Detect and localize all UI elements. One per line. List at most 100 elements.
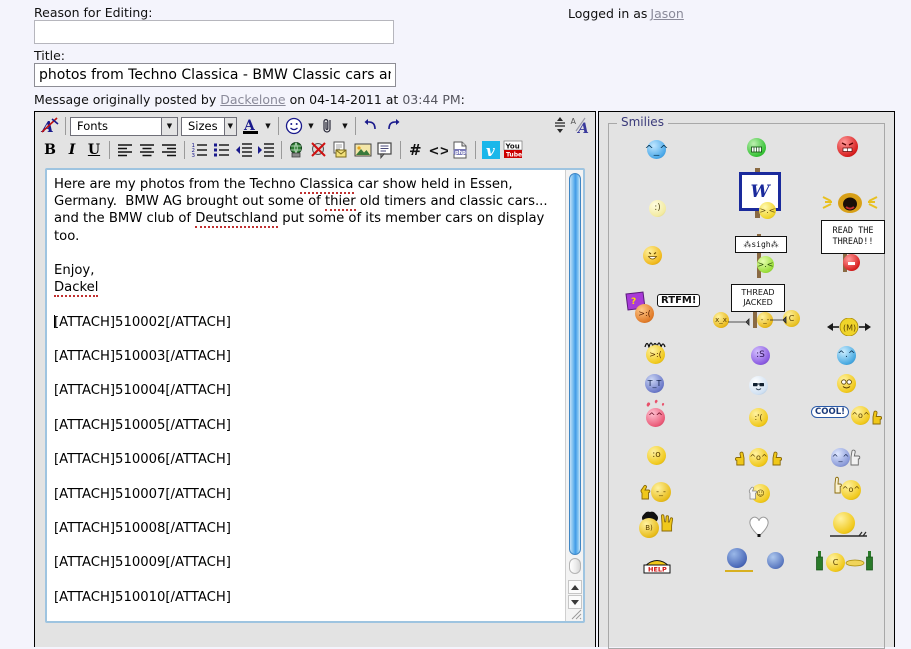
originally-posted-line: Message originally posted by Dackelone o… — [34, 92, 465, 107]
chevron-down-icon[interactable]: ▼ — [223, 117, 236, 135]
smilie-whistle[interactable]: -_- — [639, 480, 677, 504]
smilie-sigh-sign[interactable]: ⁂sigh⁂ >.< — [727, 230, 791, 280]
smilie-chevron-down-icon[interactable]: ▼ — [305, 115, 317, 137]
smilie-blue-happy[interactable]: ^.^ — [837, 346, 856, 365]
attachment-tag: [ATTACH]510006[/ATTACH] — [54, 452, 231, 468]
smilie-red-angry[interactable] — [837, 136, 858, 157]
smilie-yellow-nerd[interactable] — [837, 374, 856, 393]
smilies-panel: Smilies ^_^ :) W >.< ⁂sigh⁂ >.< READ THE… — [598, 111, 895, 649]
message-textarea[interactable]: Here are my photos from the Techno Class… — [47, 170, 563, 621]
font-size-select[interactable]: Sizes ▼ — [181, 116, 237, 136]
scrollbar-thumb[interactable] — [569, 173, 581, 555]
insert-email-button[interactable] — [330, 139, 352, 161]
attachment-tag: [ATTACH]510008[/ATTACH] — [54, 521, 231, 537]
insert-code-hash-button[interactable]: # — [405, 139, 427, 161]
rtfm-bubble-text: RTFM! — [657, 294, 701, 307]
smilie-face-plant[interactable] — [829, 512, 869, 540]
toggle-wysiwyg-icon[interactable]: AA — [569, 114, 591, 136]
reason-for-editing-input[interactable] — [34, 20, 394, 44]
smilie-big-grin[interactable] — [643, 246, 662, 265]
unordered-list-button[interactable] — [211, 139, 233, 161]
scrollbar-knob[interactable] — [569, 558, 581, 574]
toolbar-separator — [278, 117, 279, 135]
message-editor: A Fonts ▼ Sizes ▼ A ▼ ▼ ▼ — [34, 111, 596, 647]
font-color-chevron-down-icon[interactable]: ▼ — [262, 115, 274, 137]
insert-youtube-button[interactable]: You Tube — [502, 139, 524, 161]
smilie-shhh[interactable]: ☺ — [747, 482, 773, 504]
spellcheck-word: thier — [324, 194, 356, 212]
expand-collapse-editor-icon[interactable] — [549, 114, 571, 136]
outdent-button[interactable] — [233, 139, 255, 161]
ordered-list-button[interactable]: 123 — [189, 139, 211, 161]
insert-vimeo-button[interactable]: v — [480, 139, 502, 161]
attachment-icon[interactable] — [317, 115, 339, 137]
smilie-picker-icon[interactable] — [283, 115, 305, 137]
title-input[interactable] — [34, 63, 396, 87]
smilie-mad-scribble[interactable]: >:( — [641, 338, 671, 368]
align-left-button[interactable] — [114, 139, 136, 161]
smilie-white-heart[interactable] — [745, 512, 773, 538]
smilie-help-sign[interactable]: HELP — [639, 552, 675, 576]
smilie-pale-smile[interactable]: :) — [649, 200, 666, 217]
font-color-icon[interactable]: A — [240, 115, 262, 137]
svg-text:Tube: Tube — [506, 152, 522, 159]
thread-jacked-line2: JACKED — [743, 298, 773, 307]
smilie-read-the-thread-sign[interactable]: READ THE THREAD!! — [817, 218, 887, 278]
scroll-up-arrow-icon[interactable] — [568, 580, 582, 594]
logged-in-username-link[interactable]: Jason — [650, 6, 683, 21]
textarea-resize-grip[interactable] — [568, 606, 582, 620]
logged-in-status: Logged in as Jason — [568, 6, 684, 21]
smilie-blue-grin[interactable]: ^_^ — [645, 140, 668, 159]
toolbar-separator — [184, 141, 185, 159]
smilie-globe-blue[interactable] — [725, 548, 755, 578]
align-right-button[interactable] — [158, 139, 180, 161]
post-author-link[interactable]: Dackelone — [220, 92, 285, 107]
attachment-tag: [ATTACH]510009[/ATTACH] — [54, 555, 231, 571]
smilie-cheers-beer[interactable]: C — [815, 550, 877, 576]
svg-text:A: A — [571, 117, 577, 126]
remove-link-button[interactable] — [308, 139, 330, 161]
attachment-chevron-down-icon[interactable]: ▼ — [339, 115, 351, 137]
smilie-purple-sick[interactable]: :S — [751, 346, 770, 365]
sigh-sign-text: ⁂sigh⁂ — [735, 236, 787, 253]
italic-button[interactable]: I — [61, 139, 83, 161]
smilie-surprised-o[interactable]: :o — [647, 446, 666, 465]
indent-button[interactable] — [255, 139, 277, 161]
insert-php-button[interactable]: php — [449, 139, 471, 161]
smilie-pointing-up[interactable]: ^o^ — [831, 476, 865, 502]
message-textarea-wrapper[interactable]: Here are my photos from the Techno Class… — [45, 168, 585, 623]
smilie-yell-shout[interactable] — [821, 190, 879, 214]
smilie-crying-blue[interactable]: T_T — [645, 374, 664, 393]
svg-text:(M): (M) — [843, 324, 856, 333]
smilie-blue-thumb[interactable]: ^_^ — [831, 446, 865, 470]
smilie-w-sign[interactable]: W >.< — [729, 166, 789, 222]
logged-in-label: Logged in as — [568, 6, 648, 21]
smilie-green-grin[interactable] — [747, 138, 766, 157]
smilie-thread-jacked-sign[interactable]: THREAD JACKED x_x -_- C — [709, 282, 805, 334]
smilie-popcorn-eat[interactable]: (M) — [825, 316, 873, 338]
redo-icon[interactable] — [382, 115, 404, 137]
underline-button[interactable]: U — [83, 139, 105, 161]
spellcheck-word: Classica — [299, 177, 354, 194]
message-scrollbar[interactable] — [565, 170, 583, 621]
align-center-button[interactable] — [136, 139, 158, 161]
smilie-globe-small[interactable] — [767, 552, 784, 569]
undo-icon[interactable] — [360, 115, 382, 137]
smilie-praying[interactable]: :'( — [749, 408, 768, 427]
insert-quote-button[interactable] — [374, 139, 396, 161]
smilie-in-love-pink[interactable]: ^^ — [641, 398, 673, 430]
font-size-value: Sizes — [188, 119, 218, 133]
insert-html-button[interactable]: <> — [427, 139, 449, 161]
remove-formatting-icon[interactable]: A — [39, 115, 61, 137]
smilie-cool-thumbs[interactable]: COOL! ^o^ — [811, 404, 883, 428]
insert-link-button[interactable] — [286, 139, 308, 161]
smilie-rock-on[interactable]: B) — [637, 510, 679, 540]
smilie-sunglasses-cool[interactable] — [749, 376, 768, 395]
bold-button[interactable]: B — [39, 139, 61, 161]
message-signature: Dackel — [54, 280, 99, 298]
chevron-down-icon[interactable]: ▼ — [161, 117, 177, 135]
insert-image-button[interactable] — [352, 139, 374, 161]
font-family-select[interactable]: Fonts ▼ — [70, 116, 178, 136]
smilie-two-thumbs-up[interactable]: ^o^ — [735, 446, 783, 470]
smilie-rtfm[interactable]: ? >:( RTFM! — [623, 290, 707, 330]
